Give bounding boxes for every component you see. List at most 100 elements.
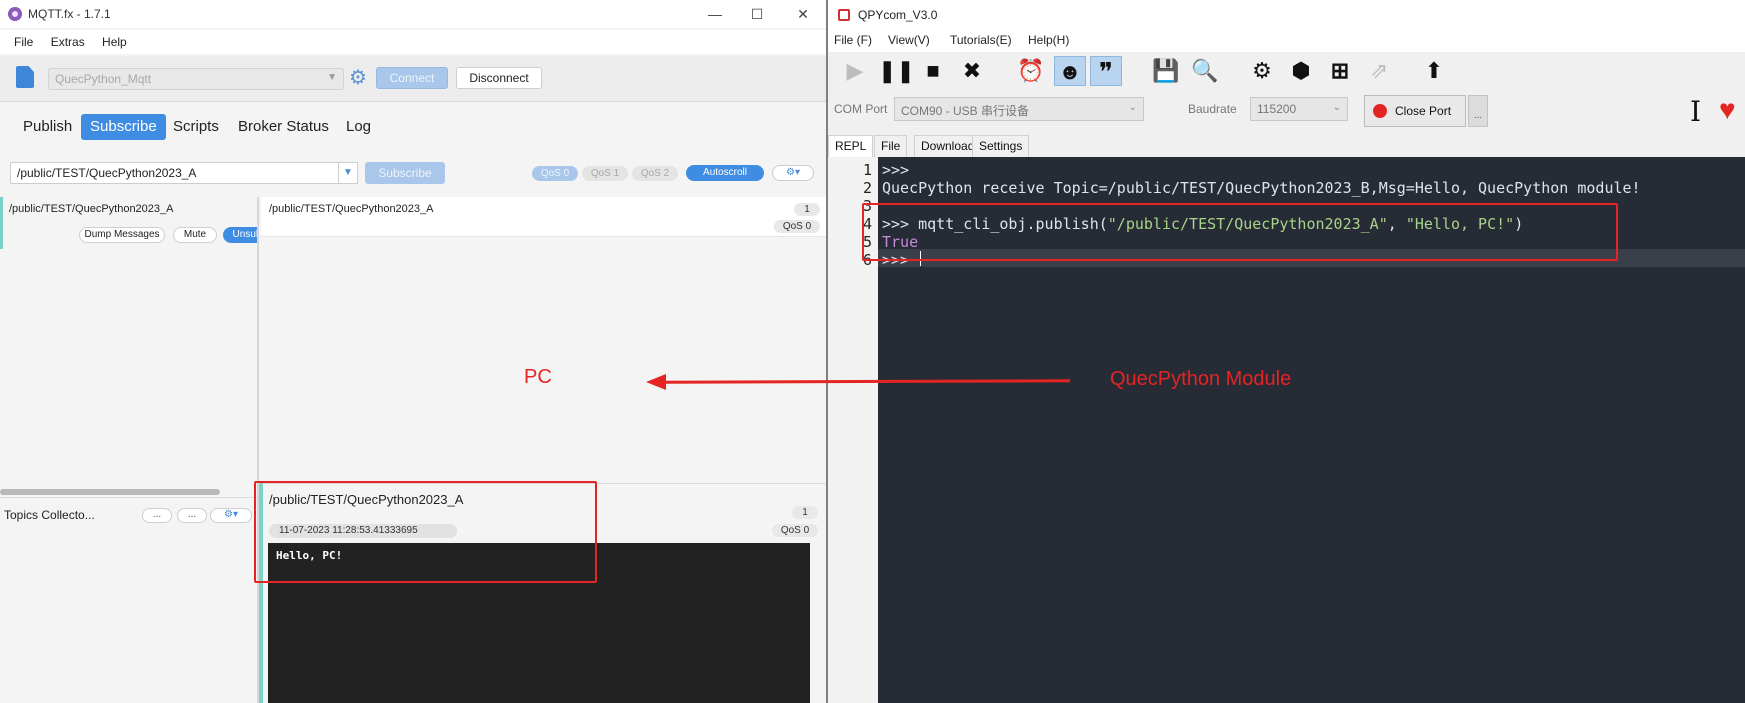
connect-button[interactable]: Connect: [376, 67, 448, 89]
close-port-label: Close Port: [1395, 104, 1452, 118]
message-count-badge: 1: [794, 203, 820, 216]
more-button[interactable]: ...: [1468, 95, 1488, 127]
qpycom-titlebar: QPYcom_V3.0: [828, 0, 1745, 30]
subscriptions-pane: /public/TEST/QuecPython2023_A Dump Messa…: [0, 197, 271, 703]
baudrate-select[interactable]: 115200 ⌄: [1250, 97, 1348, 121]
window-title: QPYcom_V3.0: [858, 8, 938, 22]
heart-icon[interactable]: ♥: [1719, 95, 1736, 125]
message-qos-badge: QoS 0: [774, 220, 820, 233]
message-topic: /public/TEST/QuecPython2023_A: [269, 203, 434, 215]
app-icon: [8, 7, 22, 21]
menu-view[interactable]: View(V): [888, 33, 930, 47]
search-icon[interactable]: 🔍: [1189, 56, 1221, 86]
menubar: File (F) View(V) Tutorials(E) Help(H): [828, 30, 1745, 52]
menu-help[interactable]: Help(H): [1028, 33, 1069, 47]
topics-collector: Topics Collecto... ... ... ⚙▾: [0, 497, 257, 531]
com-port-select[interactable]: COM90 - USB 串行设备 ⌄: [894, 97, 1144, 121]
topic-dropdown-button[interactable]: ▼: [338, 162, 358, 184]
main-tabs: Publish Subscribe Scripts Broker Status …: [0, 112, 826, 142]
cursor-icon[interactable]: I: [1690, 97, 1701, 127]
tab-settings[interactable]: Settings: [972, 135, 1030, 157]
mute-button[interactable]: Mute: [173, 227, 217, 243]
pause-icon[interactable]: ❚❚: [878, 56, 915, 86]
horizontal-scrollbar[interactable]: [0, 489, 220, 495]
tab-file[interactable]: File: [874, 135, 908, 157]
topics-collector-label: Topics Collecto...: [4, 508, 95, 522]
highlight-box-received: [254, 481, 597, 583]
qos1-toggle[interactable]: QoS 1: [582, 166, 628, 181]
menu-tutorials[interactable]: Tutorials(E): [950, 33, 1012, 47]
pc-annotation: PC: [524, 366, 552, 388]
document-icon[interactable]: [16, 66, 34, 88]
baudrate-label: Baudrate: [1188, 102, 1237, 116]
window-title: MQTT.fx - 1.7.1: [28, 7, 111, 21]
profile-value: QuecPython_Mqtt: [55, 72, 152, 86]
gear-icon[interactable]: ⚙: [349, 67, 367, 89]
app-icon: [838, 9, 850, 21]
autoscroll-toggle[interactable]: Autoscroll: [686, 165, 764, 181]
module-annotation: QuecPython Module: [1110, 368, 1292, 390]
close-port-button[interactable]: Close Port: [1364, 95, 1466, 127]
status-dot-icon: [1373, 104, 1387, 118]
upload-icon[interactable]: ⬆: [1418, 56, 1450, 86]
save-icon[interactable]: 💾: [1150, 56, 1182, 86]
tab-log[interactable]: Log: [337, 114, 380, 140]
chevron-down-icon: ⌄: [1128, 102, 1137, 113]
connection-toolbar: QuecPython_Mqtt ▼ ⚙ Connect Disconnect: [0, 56, 826, 102]
collector-options-button[interactable]: ⚙▾: [210, 508, 252, 523]
qos0-toggle[interactable]: QoS 0: [532, 166, 578, 181]
chevron-down-icon: ▼: [327, 72, 337, 83]
maximize-button[interactable]: ☐: [742, 4, 772, 24]
tab-subscribe[interactable]: Subscribe: [81, 114, 166, 140]
baudrate-value: 115200: [1257, 102, 1297, 116]
menubar: File Extras Help: [0, 30, 826, 54]
message-item[interactable]: /public/TEST/QuecPython2023_A 1 QoS 0: [261, 197, 826, 237]
disconnect-button[interactable]: Disconnect: [456, 67, 542, 89]
quote-icon[interactable]: ❞: [1090, 56, 1122, 87]
menu-file[interactable]: File: [14, 35, 33, 49]
com-port-value: COM90 - USB 串行设备: [901, 104, 1030, 118]
chevron-down-icon: ⌄: [1332, 102, 1341, 113]
add-icon[interactable]: ⊞: [1324, 56, 1356, 86]
tab-scripts[interactable]: Scripts: [164, 114, 228, 140]
options-menu-button[interactable]: ⚙▾: [772, 165, 814, 181]
arrow-head-icon: [646, 374, 666, 390]
subscribe-button[interactable]: Subscribe: [365, 162, 445, 184]
qos2-toggle[interactable]: QoS 2: [632, 166, 678, 181]
menu-extras[interactable]: Extras: [51, 35, 85, 49]
com-port-label: COM Port: [834, 102, 888, 116]
menu-file[interactable]: File (F): [834, 33, 872, 47]
package-icon[interactable]: ⬢: [1285, 56, 1317, 86]
tab-publish[interactable]: Publish: [14, 114, 81, 140]
subscribe-bar: /public/TEST/QuecPython2023_A ▼ Subscrib…: [0, 160, 826, 188]
minimize-button[interactable]: —: [700, 4, 730, 24]
dump-messages-button[interactable]: Dump Messages: [79, 227, 165, 243]
menu-help[interactable]: Help: [102, 35, 127, 49]
line-number: 2: [862, 179, 872, 197]
robot-icon[interactable]: ☻: [1054, 56, 1086, 86]
connection-profile-select[interactable]: QuecPython_Mqtt ▼: [48, 68, 344, 90]
repl-line: QuecPython receive Topic=/public/TEST/Qu…: [882, 179, 1641, 197]
qpycom-window: QPYcom_V3.0 File (F) View(V) Tutorials(E…: [826, 0, 1745, 703]
settings-icon[interactable]: ⚙: [1246, 56, 1278, 86]
tab-broker-status[interactable]: Broker Status: [229, 114, 338, 140]
collector-clear-button[interactable]: ...: [177, 508, 207, 523]
repl-tabs: REPL File Download Settings: [828, 133, 1745, 157]
line-number: 1: [862, 161, 872, 179]
stop-icon[interactable]: ■: [917, 56, 949, 86]
topic-input[interactable]: /public/TEST/QuecPython2023_A: [10, 162, 340, 184]
tab-repl[interactable]: REPL: [828, 135, 874, 157]
mqttfx-window: MQTT.fx - 1.7.1 — ☐ ✕ File Extras Help Q…: [0, 0, 826, 703]
highlight-box-publish: [862, 203, 1618, 261]
close-icon[interactable]: ✖: [956, 56, 988, 86]
collector-scan-button[interactable]: ...: [142, 508, 172, 523]
close-button[interactable]: ✕: [788, 4, 818, 24]
play-icon[interactable]: ▶: [839, 56, 871, 86]
detail-count-badge: 1: [792, 506, 818, 519]
subscription-item[interactable]: /public/TEST/QuecPython2023_A Dump Messa…: [0, 197, 271, 249]
repl-line: >>>: [882, 161, 910, 179]
alarm-icon[interactable]: ⏰: [1015, 56, 1047, 86]
export-icon[interactable]: ⇗: [1363, 56, 1395, 86]
detail-qos-badge: QoS 0: [772, 524, 818, 537]
subscription-topic: /public/TEST/QuecPython2023_A: [9, 203, 174, 215]
